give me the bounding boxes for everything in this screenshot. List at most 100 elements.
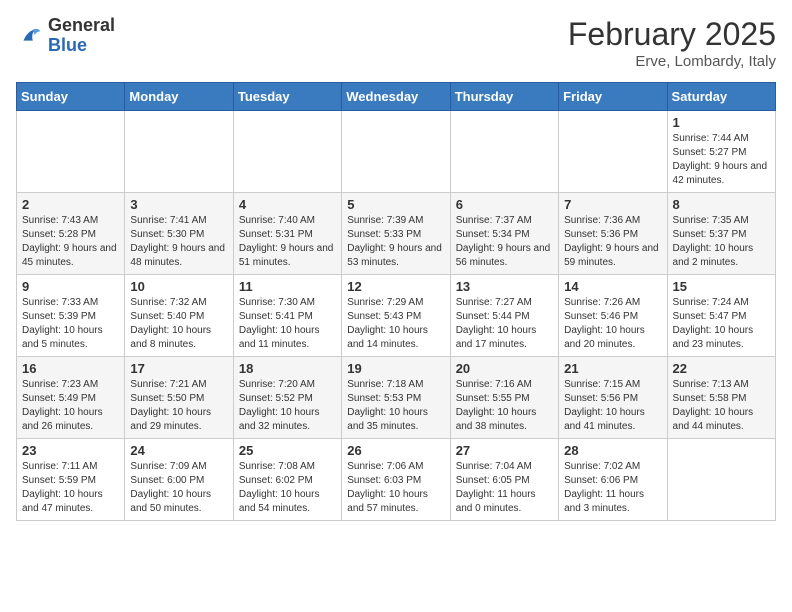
weekday-wednesday: Wednesday	[342, 83, 450, 111]
day-info: Sunrise: 7:30 AM Sunset: 5:41 PM Dayligh…	[239, 296, 336, 352]
weekday-friday: Friday	[559, 83, 667, 111]
calendar-cell: 20 Sunrise: 7:16 AM Sunset: 5:55 PM Dayli…	[450, 357, 558, 439]
calendar-cell	[342, 111, 450, 193]
day-info: Sunrise: 7:20 AM Sunset: 5:52 PM Dayligh…	[239, 378, 336, 434]
logo-blue-text: Blue	[48, 36, 115, 56]
calendar-cell	[667, 439, 775, 521]
day-info: Sunrise: 7:21 AM Sunset: 5:50 PM Dayligh…	[130, 378, 227, 434]
day-info: Sunrise: 7:35 AM Sunset: 5:37 PM Dayligh…	[673, 214, 770, 270]
day-number: 3	[130, 197, 227, 212]
day-info: Sunrise: 7:40 AM Sunset: 5:31 PM Dayligh…	[239, 214, 336, 270]
weekday-tuesday: Tuesday	[233, 83, 341, 111]
logo-general-text: General	[48, 16, 115, 36]
calendar-cell	[125, 111, 233, 193]
calendar-cell: 12 Sunrise: 7:29 AM Sunset: 5:43 PM Dayli…	[342, 275, 450, 357]
logo: General Blue	[16, 16, 115, 56]
calendar-cell: 27 Sunrise: 7:04 AM Sunset: 6:05 PM Dayli…	[450, 439, 558, 521]
day-number: 4	[239, 197, 336, 212]
calendar-cell	[450, 111, 558, 193]
day-number: 26	[347, 443, 444, 458]
calendar-cell: 7 Sunrise: 7:36 AM Sunset: 5:36 PM Daylig…	[559, 193, 667, 275]
week-row-3: 9 Sunrise: 7:33 AM Sunset: 5:39 PM Daylig…	[17, 275, 776, 357]
calendar-cell: 5Sunrise: 7:39 AM Sunset: 5:33 PM Daylig…	[342, 193, 450, 275]
calendar-cell: 19 Sunrise: 7:18 AM Sunset: 5:53 PM Dayli…	[342, 357, 450, 439]
calendar-cell: 15Sunrise: 7:24 AM Sunset: 5:47 PM Dayli…	[667, 275, 775, 357]
day-info: Sunrise: 7:41 AM Sunset: 5:30 PM Dayligh…	[130, 214, 227, 270]
calendar-table: SundayMondayTuesdayWednesdayThursdayFrid…	[16, 82, 776, 521]
location-subtitle: Erve, Lombardy, Italy	[568, 53, 776, 70]
day-info: Sunrise: 7:36 AM Sunset: 5:36 PM Dayligh…	[564, 214, 661, 270]
day-number: 20	[456, 361, 553, 376]
day-number: 10	[130, 279, 227, 294]
day-info: Sunrise: 7:27 AM Sunset: 5:44 PM Dayligh…	[456, 296, 553, 352]
day-number: 27	[456, 443, 553, 458]
weekday-saturday: Saturday	[667, 83, 775, 111]
weekday-sunday: Sunday	[17, 83, 125, 111]
calendar-cell: 9 Sunrise: 7:33 AM Sunset: 5:39 PM Daylig…	[17, 275, 125, 357]
calendar-cell: 8 Sunrise: 7:35 AM Sunset: 5:37 PM Daylig…	[667, 193, 775, 275]
day-info: Sunrise: 7:08 AM Sunset: 6:02 PM Dayligh…	[239, 460, 336, 516]
calendar-cell: 28Sunrise: 7:02 AM Sunset: 6:06 PM Dayli…	[559, 439, 667, 521]
week-row-4: 16 Sunrise: 7:23 AM Sunset: 5:49 PM Dayli…	[17, 357, 776, 439]
day-info: Sunrise: 7:04 AM Sunset: 6:05 PM Dayligh…	[456, 460, 553, 516]
day-info: Sunrise: 7:11 AM Sunset: 5:59 PM Dayligh…	[22, 460, 119, 516]
day-number: 21	[564, 361, 661, 376]
page-header: General Blue February 2025 Erve, Lombard…	[16, 16, 776, 70]
week-row-2: 2Sunrise: 7:43 AM Sunset: 5:28 PM Daylig…	[17, 193, 776, 275]
day-number: 12	[347, 279, 444, 294]
calendar-cell	[233, 111, 341, 193]
day-info: Sunrise: 7:37 AM Sunset: 5:34 PM Dayligh…	[456, 214, 553, 270]
calendar-cell: 11Sunrise: 7:30 AM Sunset: 5:41 PM Dayli…	[233, 275, 341, 357]
day-info: Sunrise: 7:23 AM Sunset: 5:49 PM Dayligh…	[22, 378, 119, 434]
day-info: Sunrise: 7:26 AM Sunset: 5:46 PM Dayligh…	[564, 296, 661, 352]
calendar-body: 1Sunrise: 7:44 AM Sunset: 5:27 PM Daylig…	[17, 111, 776, 521]
day-info: Sunrise: 7:18 AM Sunset: 5:53 PM Dayligh…	[347, 378, 444, 434]
calendar-cell: 4 Sunrise: 7:40 AM Sunset: 5:31 PM Daylig…	[233, 193, 341, 275]
day-number: 24	[130, 443, 227, 458]
calendar-cell: 10 Sunrise: 7:32 AM Sunset: 5:40 PM Dayli…	[125, 275, 233, 357]
day-number: 22	[673, 361, 770, 376]
calendar-cell: 18 Sunrise: 7:20 AM Sunset: 5:52 PM Dayli…	[233, 357, 341, 439]
calendar-cell	[559, 111, 667, 193]
day-number: 13	[456, 279, 553, 294]
calendar-cell: 26 Sunrise: 7:06 AM Sunset: 6:03 PM Dayli…	[342, 439, 450, 521]
day-info: Sunrise: 7:32 AM Sunset: 5:40 PM Dayligh…	[130, 296, 227, 352]
month-title: February 2025	[568, 16, 776, 53]
calendar-cell: 23Sunrise: 7:11 AM Sunset: 5:59 PM Dayli…	[17, 439, 125, 521]
day-number: 7	[564, 197, 661, 212]
day-info: Sunrise: 7:09 AM Sunset: 6:00 PM Dayligh…	[130, 460, 227, 516]
title-block: February 2025 Erve, Lombardy, Italy	[568, 16, 776, 70]
calendar-cell: 16 Sunrise: 7:23 AM Sunset: 5:49 PM Dayli…	[17, 357, 125, 439]
week-row-5: 23Sunrise: 7:11 AM Sunset: 5:59 PM Dayli…	[17, 439, 776, 521]
day-number: 9	[22, 279, 119, 294]
calendar-cell: 25 Sunrise: 7:08 AM Sunset: 6:02 PM Dayli…	[233, 439, 341, 521]
day-info: Sunrise: 7:13 AM Sunset: 5:58 PM Dayligh…	[673, 378, 770, 434]
day-info: Sunrise: 7:06 AM Sunset: 6:03 PM Dayligh…	[347, 460, 444, 516]
calendar-cell: 14 Sunrise: 7:26 AM Sunset: 5:46 PM Dayli…	[559, 275, 667, 357]
day-info: Sunrise: 7:33 AM Sunset: 5:39 PM Dayligh…	[22, 296, 119, 352]
day-number: 19	[347, 361, 444, 376]
day-info: Sunrise: 7:29 AM Sunset: 5:43 PM Dayligh…	[347, 296, 444, 352]
day-number: 18	[239, 361, 336, 376]
day-info: Sunrise: 7:24 AM Sunset: 5:47 PM Dayligh…	[673, 296, 770, 352]
day-number: 25	[239, 443, 336, 458]
logo-text: General Blue	[48, 16, 115, 56]
day-number: 16	[22, 361, 119, 376]
day-info: Sunrise: 7:43 AM Sunset: 5:28 PM Dayligh…	[22, 214, 119, 270]
day-number: 14	[564, 279, 661, 294]
calendar-header: SundayMondayTuesdayWednesdayThursdayFrid…	[17, 83, 776, 111]
calendar-cell: 24 Sunrise: 7:09 AM Sunset: 6:00 PM Dayli…	[125, 439, 233, 521]
calendar-cell: 1Sunrise: 7:44 AM Sunset: 5:27 PM Daylig…	[667, 111, 775, 193]
day-info: Sunrise: 7:16 AM Sunset: 5:55 PM Dayligh…	[456, 378, 553, 434]
calendar-cell: 3 Sunrise: 7:41 AM Sunset: 5:30 PM Daylig…	[125, 193, 233, 275]
calendar-cell: 6Sunrise: 7:37 AM Sunset: 5:34 PM Daylig…	[450, 193, 558, 275]
logo-bird-icon	[16, 22, 44, 50]
week-row-1: 1Sunrise: 7:44 AM Sunset: 5:27 PM Daylig…	[17, 111, 776, 193]
day-number: 28	[564, 443, 661, 458]
calendar-cell: 17Sunrise: 7:21 AM Sunset: 5:50 PM Dayli…	[125, 357, 233, 439]
calendar-cell: 21 Sunrise: 7:15 AM Sunset: 5:56 PM Dayli…	[559, 357, 667, 439]
weekday-header-row: SundayMondayTuesdayWednesdayThursdayFrid…	[17, 83, 776, 111]
day-info: Sunrise: 7:15 AM Sunset: 5:56 PM Dayligh…	[564, 378, 661, 434]
day-number: 8	[673, 197, 770, 212]
weekday-monday: Monday	[125, 83, 233, 111]
